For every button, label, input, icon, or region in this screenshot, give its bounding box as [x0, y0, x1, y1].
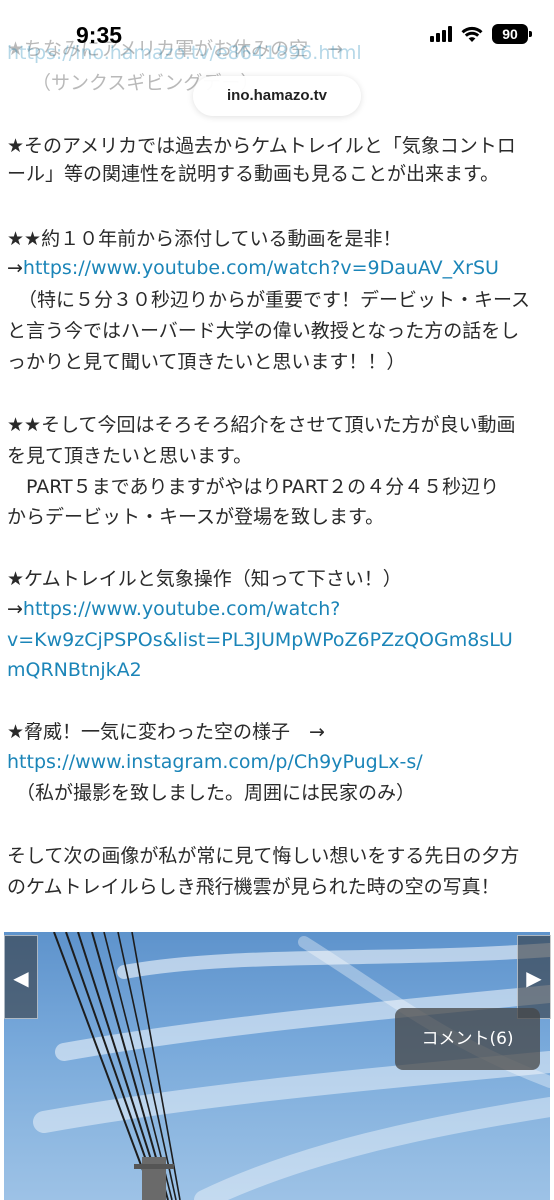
text-line: ★★そして今回はそろそろ紹介をさせて頂いた方が良い動画 [7, 414, 516, 436]
text-line: →https://www.youtube.com/watch? [7, 596, 340, 622]
arrow-text: → [7, 598, 23, 620]
comment-button[interactable]: コメント(6) [395, 1008, 540, 1070]
signal-bars-icon [430, 26, 452, 42]
text-line: （特に５分３０秒辺りからが重要です！デービット・キース [18, 289, 531, 311]
address-bar[interactable]: ino.hamazo.tv [193, 76, 361, 116]
text-line: PART５までありますがやはりPART２の４分４５秒辺り [7, 476, 500, 498]
status-time: 9:35 [76, 22, 123, 48]
text-line: ★★約１０年前から添付している動画を是非！ [7, 228, 402, 250]
link[interactable]: mQRNBtnjkA2 [7, 657, 142, 683]
arrow-text: → [7, 257, 23, 279]
text-line: からデービット・キースが登場を致します。 [7, 506, 385, 528]
link[interactable]: https://www.instagram.com/p/Ch9yPugLx-s/ [7, 749, 423, 775]
link[interactable]: https://www.youtube.com/watch?v=9DauAV_X… [23, 257, 499, 279]
text-line: を見て頂きたいと思います。 [7, 445, 253, 467]
link[interactable]: v=Kw9zCjPSPOs&list=PL3JUMpWPoZ6PZzQOGm8s… [7, 627, 513, 653]
status-bar: 9:35 90 [0, 0, 554, 64]
text-line: のケムトレイルらしき飛行機雲が見られた時の空の写真！ [7, 876, 500, 898]
text-line: ★ケムトレイルと気象操作（知って下さい！） [7, 568, 402, 590]
text-line: っかりと見て聞いて頂きたいと思います！！） [7, 351, 406, 373]
text-line: そして次の画像が私が常に見て悔しい想いをする先日の夕方 [7, 845, 520, 867]
battery-icon: 90 [492, 24, 532, 44]
chevron-right-icon: ▶ [526, 966, 542, 990]
wifi-icon [461, 26, 483, 42]
text-line: →https://www.youtube.com/watch?v=9DauAV_… [7, 255, 499, 281]
text-line: （私が撮影を致しました。周囲には民家のみ） [16, 782, 416, 804]
status-icons: 90 [430, 24, 532, 44]
link[interactable]: https://www.youtube.com/watch? [23, 598, 340, 620]
prev-photo-button[interactable]: ◀ [4, 935, 38, 1019]
text-line: ★脅威！一気に変わった空の様子 → [7, 721, 325, 743]
next-photo-button[interactable]: ▶ [517, 935, 551, 1019]
text-line: と言う今ではハーバード大学の偉い教授となった方の話をし [7, 320, 520, 342]
text-line: ★そのアメリカでは過去からケムトレイルと「気象コントロ [7, 135, 516, 157]
chevron-left-icon: ◀ [13, 966, 29, 990]
text-line: ール」等の関連性を説明する動画も見ることが出来ます。 [7, 163, 500, 185]
